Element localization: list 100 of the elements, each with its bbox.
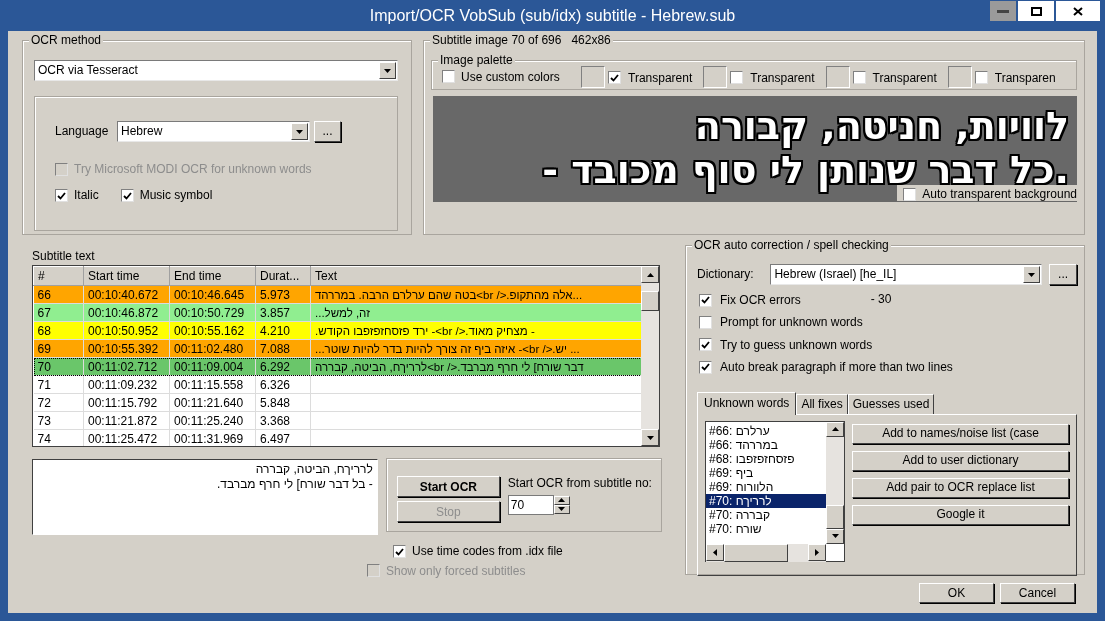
- table-cell: 00:11:25.472: [83, 429, 170, 447]
- checkbox[interactable]: [55, 189, 68, 203]
- table-cell: 00:11:21.640: [169, 393, 256, 412]
- tab[interactable]: Guesses used: [847, 394, 935, 414]
- checkbox[interactable]: [120, 189, 134, 203]
- scrollbar-thumb[interactable]: [724, 543, 788, 562]
- table-cell: 74: [33, 429, 84, 447]
- table-cell: 73: [33, 411, 84, 430]
- color-swatch[interactable]: [581, 66, 605, 88]
- spin-down-button[interactable]: [553, 504, 570, 514]
- scrollbar[interactable]: [706, 543, 826, 562]
- table-cell: 00:10:40.672: [83, 285, 170, 304]
- minimize-button[interactable]: [989, 0, 1017, 22]
- column-header[interactable]: #: [33, 266, 84, 286]
- maximize-icon: [1030, 6, 1042, 16]
- list-item[interactable]: #66: במררהד: [706, 437, 826, 452]
- table-cell: ...אלה מהתקופ.</ br>בטה שהם ערלרם הרבה. במררהד: [310, 285, 641, 304]
- table-cell: 00:11:31.969: [169, 429, 256, 447]
- close-button[interactable]: [1055, 0, 1101, 22]
- start-ocr-button[interactable]: Start OCR: [396, 476, 500, 498]
- table-cell: 3.857: [255, 303, 311, 322]
- checkbox-label: Fix OCR errors: [720, 293, 801, 308]
- checkbox-label: Prompt for unknown words: [720, 315, 863, 330]
- language-dropdown[interactable]: Hebrew: [117, 121, 310, 142]
- scroll-up-arrow-icon: [646, 272, 654, 277]
- table-cell: 00:11:15.558: [169, 375, 256, 394]
- checkbox[interactable]: [699, 316, 712, 330]
- list-item[interactable]: #68: פזסחזפזפבו: [706, 451, 826, 466]
- cancel-button[interactable]: Cancel: [1000, 583, 1075, 603]
- column-header[interactable]: Text: [310, 266, 641, 286]
- ocr-method-dropdown[interactable]: OCR via Tesseract: [34, 60, 398, 81]
- scrollbar-thumb[interactable]: [641, 291, 659, 312]
- column-header[interactable]: End time: [169, 266, 256, 286]
- tab[interactable]: All fixes: [796, 394, 848, 414]
- list-item[interactable]: #70: לרריךח: [706, 493, 826, 508]
- checkbox[interactable]: [699, 360, 712, 374]
- scrollbar[interactable]: [826, 421, 844, 544]
- table-cell: 00:10:46.872: [83, 303, 170, 322]
- maximize-button[interactable]: [1017, 0, 1055, 22]
- action-button[interactable]: Add to names/noise list (case: [852, 423, 1069, 444]
- table-cell: 71: [33, 375, 84, 394]
- dictionary-dropdown[interactable]: Hebrew (Israel) [he_IL]: [770, 264, 1043, 285]
- checkbox-label: Transparent: [628, 70, 693, 86]
- subtitle-text-editor[interactable]: לרריךח, הביטה, קבררה - בל דבר שורח] לי חרף מברבד.: [32, 459, 378, 536]
- checkbox[interactable]: [393, 545, 406, 559]
- checkbox-label: Transparent: [750, 70, 815, 86]
- table-cell: 5.848: [255, 393, 311, 412]
- column-header[interactable]: Start time: [83, 266, 170, 286]
- checkbox[interactable]: [730, 71, 744, 85]
- close-icon: [1073, 6, 1083, 16]
- checkbox-label: Auto break paragraph if more than two lines: [720, 360, 953, 375]
- table-cell: 00:11:25.240: [169, 411, 256, 430]
- scrollbar-thumb[interactable]: [826, 504, 844, 529]
- browse-button[interactable]: ...: [1049, 264, 1077, 285]
- checkbox-label: Use time codes from .idx file: [412, 544, 563, 559]
- action-button[interactable]: Add pair to OCR replace list: [852, 477, 1069, 498]
- checkbox[interactable]: [699, 338, 712, 352]
- action-button[interactable]: Add to user dictionary: [852, 450, 1069, 471]
- list-item[interactable]: #70: שורח: [706, 521, 826, 536]
- list-item[interactable]: #66: ערלרם: [706, 423, 826, 438]
- checkbox[interactable]: [442, 70, 455, 84]
- table-cell: 00:11:09.232: [83, 375, 170, 394]
- table-cell: 66: [33, 285, 84, 304]
- table-cell: - מצחיק מאוד.</ br>- ירד פזסחזפזפבו הקודש.: [310, 321, 641, 340]
- table-cell: 72: [33, 393, 84, 412]
- scroll-left-arrow-icon: [713, 548, 717, 556]
- dropdown-arrow-icon: [296, 129, 303, 134]
- tab[interactable]: Unknown words: [697, 392, 797, 415]
- minimize-icon: [997, 9, 1009, 13]
- ok-button[interactable]: OK: [919, 583, 994, 603]
- checkbox[interactable]: [974, 71, 988, 85]
- list-item[interactable]: #69: הלוורוח: [706, 479, 826, 494]
- section-title: Subtitle text: [32, 249, 96, 264]
- table-cell: 00:11:02.480: [169, 339, 256, 358]
- spin-up-button[interactable]: [553, 495, 570, 505]
- error-count: - 30: [870, 292, 892, 307]
- subtitle-number-field[interactable]: 70: [507, 494, 554, 515]
- list-item[interactable]: #69: ביף: [706, 465, 826, 480]
- checkbox[interactable]: [608, 71, 621, 85]
- list-item[interactable]: #70: קבררה: [706, 507, 826, 522]
- spin-down-icon: [558, 507, 566, 512]
- group-title: OCR auto correction / spell checking: [692, 238, 891, 253]
- checkbox[interactable]: [852, 71, 866, 85]
- color-swatch[interactable]: [825, 66, 850, 88]
- action-button[interactable]: Google it: [852, 504, 1069, 525]
- checkbox-label: Use custom colors: [461, 69, 560, 85]
- scroll-down-arrow-icon: [831, 534, 839, 539]
- column-header[interactable]: Durat...: [255, 266, 311, 286]
- table-cell: 70: [33, 357, 84, 376]
- checkbox-label: Music symbol: [139, 188, 213, 203]
- dictionary-label: Dictionary:: [697, 267, 755, 282]
- browse-button[interactable]: ...: [314, 121, 341, 142]
- group-title: Image palette: [438, 53, 515, 68]
- scrollbar[interactable]: [641, 266, 659, 447]
- table-cell: 7.088: [255, 339, 311, 358]
- table-cell: 00:10:55.392: [83, 339, 170, 358]
- color-swatch[interactable]: [947, 66, 972, 88]
- table-cell: 00:11:21.872: [83, 411, 170, 430]
- color-swatch[interactable]: [703, 66, 728, 88]
- checkbox[interactable]: [699, 293, 712, 307]
